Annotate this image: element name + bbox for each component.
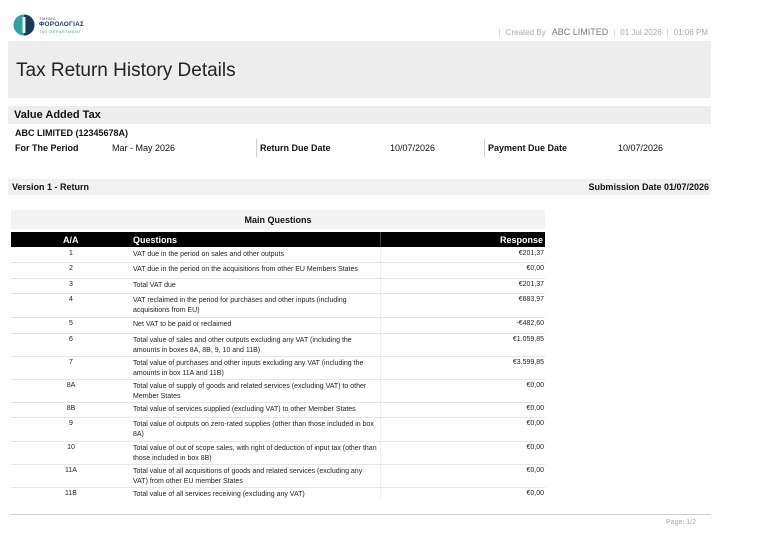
return-due-value: 10/07/2026 (390, 143, 436, 153)
page-number: Page: 1/2 (666, 519, 696, 526)
row-question: Total VAT due (133, 282, 176, 289)
created-by-label: Created By (505, 27, 546, 37)
row-question: VAT reclaimed in the period for purchase… (133, 297, 347, 314)
table-header: A/A Questions Response (11, 232, 545, 247)
row-response: €3.599,85 (512, 359, 544, 366)
row-question: Total value of out of scope sales, with … (133, 445, 377, 462)
table-row: 8A Total value of supply of goods and rel… (11, 379, 545, 402)
row-number: 8A (66, 382, 76, 389)
row-response: -€482,60 (516, 320, 544, 327)
row-number: 10 (67, 444, 75, 451)
payment-due-label: Payment Due Date (488, 143, 568, 153)
period-label: For The Period (15, 143, 79, 153)
period-divider (484, 139, 485, 157)
main-questions-title-band: Main Questions (11, 210, 545, 229)
row-response: €0,00 (526, 467, 544, 474)
row-number: 5 (69, 320, 73, 327)
company-name: ABC LIMITED (12345678A) (15, 128, 129, 138)
header-time: 01:06 PM (673, 27, 708, 37)
row-question: Total value of all acquisitions of goods… (133, 468, 363, 485)
row-number: 9 (69, 420, 73, 427)
logo-mark-icon (13, 14, 35, 36)
tax-department-logo: ΤΜΗΜΑ ΦΟΡΟΛΟΓΙΑΣ TAX DEPARTMENT (13, 14, 93, 40)
main-questions-title: Main Questions (244, 215, 312, 225)
table-row: 3 Total VAT due €201,37 (11, 278, 545, 293)
header-meta: | Created By ABC LIMITED | 01 Jul 2026 |… (494, 27, 708, 37)
header-divider (380, 232, 381, 247)
row-number: 11B (65, 490, 77, 497)
return-due-label: Return Due Date (260, 143, 331, 153)
submission-date: Submission Date 01/07/2026 (588, 182, 709, 192)
row-response: €1.059,85 (512, 336, 544, 343)
row-number: 6 (69, 336, 73, 343)
table-row: 9 Total value of outputs on zero-rated su… (11, 417, 545, 441)
column-header-response: Response (499, 235, 543, 245)
row-number: 1 (69, 250, 73, 257)
row-number: 2 (69, 265, 73, 272)
page-title: Tax Return History Details (16, 60, 236, 81)
row-number: 3 (69, 281, 73, 288)
logo-line2: ΦΟΡΟΛΟΓΙΑΣ (39, 21, 85, 28)
payment-due-value: 10/07/2026 (618, 143, 664, 153)
row-question: Total value of services supplied (exclud… (133, 406, 356, 413)
row-number: 7 (69, 359, 73, 366)
row-question: VAT due in the period on sales and other… (133, 251, 284, 258)
row-response: €201,37 (518, 281, 544, 288)
page-title-band: Tax Return History Details (8, 41, 711, 98)
row-question: VAT due in the period on the acquisition… (133, 266, 358, 273)
row-question: Total value of sales and other outputs e… (133, 337, 352, 354)
row-response: €0,00 (526, 490, 544, 497)
row-response: €0,00 (526, 405, 544, 412)
row-question: Total value of purchases and other input… (133, 360, 364, 377)
meta-separator: | (498, 27, 501, 37)
table-row: 10 Total value of out of scope sales, wit… (11, 441, 545, 464)
row-response: €0,00 (526, 382, 544, 389)
row-response: €0,00 (526, 265, 544, 272)
version-band: Version 1 - Return Submission Date 01/07… (8, 179, 711, 195)
created-by-value: ABC LIMITED (551, 27, 609, 37)
header-date: 01 Jul 2026 (620, 27, 662, 37)
column-header-questions: Questions (133, 235, 178, 245)
meta-separator: | (613, 27, 616, 37)
period-info: For The Period Mar - May 2026 Return Due… (0, 143, 768, 155)
row-response: €683,97 (518, 296, 544, 303)
row-number: 8B (66, 405, 76, 412)
meta-separator: | (666, 27, 669, 37)
section-title-band: Value Added Tax (8, 106, 711, 124)
row-question: Total value of supply of goods and relat… (133, 383, 367, 400)
table-row: 1 VAT due in the period on sales and othe… (11, 247, 545, 262)
table-row: 11A Total value of all acquisitions of go… (11, 464, 545, 487)
row-response: €0,00 (526, 444, 544, 451)
row-number: 4 (69, 296, 73, 303)
table-row: 8B Total value of services supplied (excl… (11, 402, 545, 417)
table-row: 5 Net VAT to be paid or reclaimed -€482,60 (11, 317, 545, 333)
column-header-aa: A/A (63, 235, 79, 245)
period-value: Mar - May 2026 (112, 143, 176, 153)
logo-line3: TAX DEPARTMENT (39, 30, 82, 34)
row-question: Net VAT to be paid or reclaimed (133, 321, 232, 328)
table-row: 7 Total value of purchases and other inpu… (11, 356, 545, 379)
row-response: €201,37 (518, 250, 544, 257)
table-row: 11B Total value of all services receiving… (11, 487, 545, 501)
version-label: Version 1 - Return (12, 182, 90, 192)
row-question: Total value of outputs on zero-rated sup… (133, 421, 374, 438)
row-response: €0,00 (526, 420, 544, 427)
table-row: 2 VAT due in the period on the acquisitio… (11, 262, 545, 278)
table-row: 4 VAT reclaimed in the period for purchas… (11, 293, 545, 317)
footer-divider (11, 514, 711, 515)
row-question: Total value of all services receiving (e… (133, 491, 305, 498)
row-number: 11A (65, 467, 77, 474)
period-divider (256, 139, 257, 157)
table-row: 6 Total value of sales and other outputs … (11, 333, 545, 356)
section-title: Value Added Tax (14, 109, 101, 121)
